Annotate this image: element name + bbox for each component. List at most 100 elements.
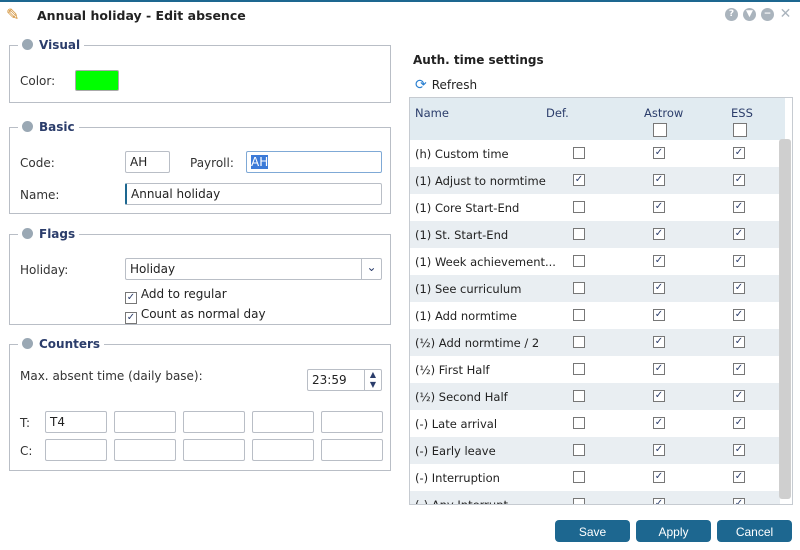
def-checkbox[interactable] <box>573 444 585 456</box>
collapse-icon[interactable] <box>22 338 33 349</box>
down-icon[interactable]: ▼ <box>743 8 756 21</box>
def-checkbox[interactable] <box>573 336 585 348</box>
c-counter-input[interactable] <box>45 439 107 461</box>
ess-checkbox[interactable]: ✓ <box>733 471 745 483</box>
astrow-checkbox[interactable]: ✓ <box>653 417 665 429</box>
ess-checkbox[interactable]: ✓ <box>733 174 745 186</box>
ess-checkbox[interactable]: ✓ <box>733 363 745 375</box>
ess-checkbox[interactable]: ✓ <box>733 309 745 321</box>
ess-checkbox[interactable]: ✓ <box>733 498 745 504</box>
table-row: (h) Custom time ✓ ✓ <box>410 140 780 167</box>
max-absent-value: 23:59 <box>312 373 347 387</box>
ess-checkbox[interactable]: ✓ <box>733 255 745 267</box>
holiday-select[interactable]: Holiday ⌄ <box>125 258 382 280</box>
row-name: (1) Core Start-End <box>415 201 520 215</box>
ess-checkbox[interactable]: ✓ <box>733 336 745 348</box>
apply-button[interactable]: Apply <box>636 520 711 542</box>
astrow-checkbox[interactable]: ✓ <box>653 471 665 483</box>
table-row: (1) Week achievement... ✓ ✓ <box>410 248 780 275</box>
astrow-checkbox[interactable]: ✓ <box>653 444 665 456</box>
c-counter-input[interactable] <box>321 439 383 461</box>
col-def: Def. <box>546 106 569 120</box>
count-normal-checkbox[interactable]: ✓ Count as normal day <box>125 307 266 324</box>
ess-checkbox[interactable]: ✓ <box>733 444 745 456</box>
row-name: (1) See curriculum <box>415 282 522 296</box>
collapse-icon[interactable] <box>22 121 33 132</box>
name-input[interactable]: Annual holiday <box>125 183 382 205</box>
ess-checkbox[interactable]: ✓ <box>733 282 745 294</box>
def-checkbox[interactable] <box>573 201 585 213</box>
flags-legend-text: Flags <box>39 227 76 241</box>
ess-checkbox[interactable]: ✓ <box>733 201 745 213</box>
def-checkbox[interactable] <box>573 228 585 240</box>
def-checkbox[interactable] <box>573 471 585 483</box>
table-row: (1) Adjust to normtime ✓ ✓ ✓ <box>410 167 780 194</box>
visual-legend-text: Visual <box>39 38 81 52</box>
astrow-checkbox[interactable]: ✓ <box>653 363 665 375</box>
table-row: (1) See curriculum ✓ ✓ <box>410 275 780 302</box>
def-checkbox[interactable] <box>573 309 585 321</box>
def-checkbox[interactable] <box>573 363 585 375</box>
visual-legend[interactable]: Visual <box>18 38 84 52</box>
ess-checkbox[interactable]: ✓ <box>733 390 745 402</box>
c-counter-input[interactable] <box>252 439 314 461</box>
spinner-arrows-icon[interactable]: ▲ ▼ <box>364 370 381 390</box>
astrow-checkbox[interactable]: ✓ <box>653 174 665 186</box>
col-name: Name <box>415 106 449 120</box>
astrow-checkbox[interactable]: ✓ <box>653 282 665 294</box>
save-button[interactable]: Save <box>555 520 630 542</box>
cancel-button[interactable]: Cancel <box>717 520 792 542</box>
help-icon[interactable]: ? <box>725 8 738 21</box>
basic-legend[interactable]: Basic <box>18 120 79 134</box>
c-counter-input[interactable] <box>183 439 245 461</box>
t-counter-input[interactable] <box>321 411 383 433</box>
def-checkbox[interactable] <box>573 417 585 429</box>
counters-legend[interactable]: Counters <box>18 337 104 351</box>
collapse-icon[interactable] <box>22 228 33 239</box>
collapse-icon[interactable] <box>22 39 33 50</box>
astrow-checkbox[interactable]: ✓ <box>653 336 665 348</box>
t-counter-input[interactable]: T4 <box>45 411 107 433</box>
t-counter-input[interactable] <box>252 411 314 433</box>
t-counter-input[interactable] <box>114 411 176 433</box>
ess-checkbox[interactable]: ✓ <box>733 228 745 240</box>
code-label: Code: <box>20 156 55 170</box>
astrow-select-all[interactable] <box>653 123 667 137</box>
ess-checkbox[interactable]: ✓ <box>733 147 745 159</box>
def-checkbox[interactable] <box>573 390 585 402</box>
max-absent-spinner[interactable]: 23:59 ▲ ▼ <box>307 369 382 391</box>
minimize-icon[interactable]: − <box>761 8 774 21</box>
flags-legend[interactable]: Flags <box>18 227 79 241</box>
def-checkbox[interactable] <box>573 147 585 159</box>
table-row: (1) St. Start-End ✓ ✓ <box>410 221 780 248</box>
table-row: (-) Late arrival ✓ ✓ <box>410 410 780 437</box>
payroll-input[interactable]: AH <box>246 151 382 173</box>
table-scrollbar[interactable] <box>779 139 791 499</box>
def-checkbox[interactable] <box>573 498 585 504</box>
t-counter-input[interactable] <box>183 411 245 433</box>
ess-select-all[interactable] <box>733 123 747 137</box>
def-checkbox[interactable] <box>573 282 585 294</box>
astrow-checkbox[interactable]: ✓ <box>653 309 665 321</box>
astrow-checkbox[interactable]: ✓ <box>653 228 665 240</box>
table-row: (½) Add normtime / 2 ✓ ✓ <box>410 329 780 356</box>
astrow-checkbox[interactable]: ✓ <box>653 147 665 159</box>
color-picker[interactable] <box>75 70 119 91</box>
pencil-icon: ✎ <box>6 5 20 24</box>
c-counter-input[interactable] <box>114 439 176 461</box>
row-name: (½) Second Half <box>415 390 508 404</box>
def-checkbox[interactable]: ✓ <box>573 174 585 186</box>
payroll-label: Payroll: <box>190 156 234 170</box>
holiday-label: Holiday: <box>20 263 69 277</box>
refresh-button[interactable]: ⟳ Refresh <box>415 77 477 93</box>
chevron-down-icon[interactable]: ⌄ <box>361 259 381 279</box>
close-icon[interactable]: ✕ <box>779 7 792 21</box>
code-input[interactable]: AH <box>125 151 170 173</box>
add-to-regular-checkbox[interactable]: ✓ Add to regular <box>125 287 227 304</box>
def-checkbox[interactable] <box>573 255 585 267</box>
astrow-checkbox[interactable]: ✓ <box>653 498 665 504</box>
astrow-checkbox[interactable]: ✓ <box>653 255 665 267</box>
astrow-checkbox[interactable]: ✓ <box>653 390 665 402</box>
ess-checkbox[interactable]: ✓ <box>733 417 745 429</box>
astrow-checkbox[interactable]: ✓ <box>653 201 665 213</box>
